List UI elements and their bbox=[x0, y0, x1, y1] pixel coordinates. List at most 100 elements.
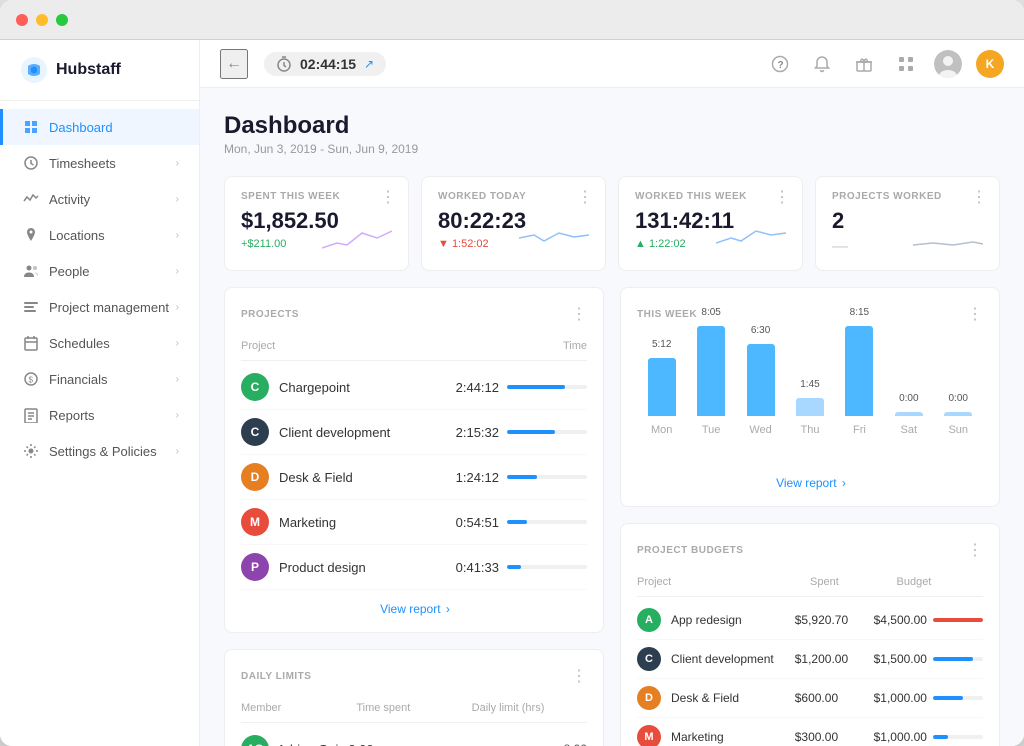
stat-menu-spent-week[interactable]: ⋮ bbox=[380, 187, 396, 207]
chevron-icon-settings: › bbox=[176, 446, 179, 457]
sidebar-item-locations[interactable]: Locations › bbox=[0, 217, 199, 253]
budget-bar bbox=[933, 618, 983, 622]
sidebar-item-schedules[interactable]: Schedules › bbox=[0, 325, 199, 361]
notifications-button[interactable] bbox=[808, 50, 836, 78]
sidebar-item-label-project-management: Project management bbox=[49, 300, 169, 315]
stat-card-worked-today: WORKED TODAY 80:22:23 ▼ 1:52:02 ⋮ bbox=[421, 176, 606, 271]
grid-button[interactable] bbox=[892, 50, 920, 78]
progress-bar bbox=[507, 430, 587, 434]
maximize-button[interactable] bbox=[56, 14, 68, 26]
sidebar-item-reports[interactable]: Reports › bbox=[0, 397, 199, 433]
stat-label-worked-week: WORKED THIS WEEK bbox=[635, 191, 786, 202]
member-time: 8:00 bbox=[348, 742, 455, 746]
back-button[interactable]: ← bbox=[220, 49, 248, 79]
sidebar-item-financials[interactable]: $ Financials › bbox=[0, 361, 199, 397]
chart-bar bbox=[796, 398, 824, 416]
locations-icon bbox=[23, 227, 39, 243]
svg-text:$: $ bbox=[29, 376, 34, 385]
bar-value: 1:45 bbox=[800, 379, 819, 390]
budgets-col-spent: Spent bbox=[810, 576, 897, 588]
project-dot: M bbox=[241, 508, 269, 536]
project-budgets-card: PROJECT BUDGETS ⋮ Project Spent Budget A… bbox=[620, 523, 1000, 746]
dashboard-icon bbox=[23, 119, 39, 135]
stat-menu-projects-worked[interactable]: ⋮ bbox=[971, 187, 987, 207]
timer-icon bbox=[276, 56, 292, 72]
main-content: ← 02:44:15 ↗ ? bbox=[200, 40, 1024, 746]
day-label: Mon bbox=[651, 424, 672, 436]
sidebar-item-label-schedules: Schedules bbox=[49, 336, 110, 351]
stat-card-projects-worked: PROJECTS WORKED 2 — ⋮ bbox=[815, 176, 1000, 271]
daily-limits-card: DAILY LIMITS ⋮ Member Time spent Daily l… bbox=[224, 649, 604, 746]
project-budgets-card-menu[interactable]: ⋮ bbox=[967, 540, 983, 560]
chart-day-thu: 1:45 Thu bbox=[796, 379, 824, 436]
project-name: Desk & Field bbox=[279, 470, 353, 485]
projects-rows: C Chargepoint 2:44:12 C Client developme… bbox=[241, 365, 587, 590]
minimize-button[interactable] bbox=[36, 14, 48, 26]
this-week-view-report[interactable]: View report › bbox=[637, 464, 983, 490]
progress-bar bbox=[507, 385, 587, 389]
stat-sparkline-worked-week bbox=[716, 223, 786, 256]
budget-spent: $600.00 bbox=[795, 691, 874, 705]
stat-label-worked-today: WORKED TODAY bbox=[438, 191, 589, 202]
chart-bar bbox=[845, 326, 873, 416]
project-time: 2:15:32 bbox=[447, 425, 499, 440]
chart-day-tue: 8:05 Tue bbox=[697, 307, 725, 436]
help-button[interactable]: ? bbox=[766, 50, 794, 78]
budget-rows: A App redesign $5,920.70 $4,500.00 C Cli… bbox=[637, 601, 983, 746]
chart-bar bbox=[648, 358, 676, 417]
chevron-icon-financials: › bbox=[176, 374, 179, 385]
sidebar-item-activity[interactable]: Activity › bbox=[0, 181, 199, 217]
budget-project-dot: M bbox=[637, 725, 661, 746]
timer-expand-button[interactable]: ↗ bbox=[364, 57, 374, 71]
budget-project-dot: D bbox=[637, 686, 661, 710]
chart-day-mon: 5:12 Mon bbox=[648, 339, 676, 437]
projects-col-project: Project bbox=[241, 340, 563, 352]
project-row: P Product design 0:41:33 bbox=[241, 545, 587, 590]
budget-bar bbox=[933, 735, 983, 739]
this-week-card-menu[interactable]: ⋮ bbox=[967, 304, 983, 324]
budget-project-dot: A bbox=[637, 608, 661, 632]
projects-view-report[interactable]: View report › bbox=[241, 590, 587, 616]
budget-spent: $1,200.00 bbox=[795, 652, 874, 666]
progress-bar bbox=[507, 520, 587, 524]
sidebar-item-people[interactable]: People › bbox=[0, 253, 199, 289]
project-time: 0:54:51 bbox=[447, 515, 499, 530]
project-time: 2:44:12 bbox=[447, 380, 499, 395]
titlebar bbox=[0, 0, 1024, 40]
sidebar-item-settings[interactable]: Settings & Policies › bbox=[0, 433, 199, 469]
budget-value: $1,500.00 bbox=[874, 652, 927, 666]
member-name: Adrian Goia bbox=[277, 742, 346, 746]
day-label: Sat bbox=[901, 424, 918, 436]
bar-value: 0:00 bbox=[949, 393, 968, 404]
hubstaff-logo-icon bbox=[20, 56, 48, 84]
chart-day-fri: 8:15 Fri bbox=[845, 307, 873, 436]
chevron-icon-people: › bbox=[176, 266, 179, 277]
sidebar-item-dashboard[interactable]: Dashboard bbox=[0, 109, 199, 145]
budgets-table-header: Project Spent Budget bbox=[637, 572, 983, 597]
project-name: Marketing bbox=[279, 515, 336, 530]
day-label: Sun bbox=[948, 424, 968, 436]
projects-card-menu[interactable]: ⋮ bbox=[571, 304, 587, 324]
daily-limits-card-menu[interactable]: ⋮ bbox=[571, 666, 587, 686]
limit-value: 8:00 bbox=[564, 742, 587, 746]
stat-menu-worked-week[interactable]: ⋮ bbox=[774, 187, 790, 207]
page-title: Dashboard bbox=[224, 112, 1000, 140]
grid-icon bbox=[897, 55, 915, 73]
stat-card-spent-week: SPENT THIS WEEK $1,852.50 +$211.00 ⋮ bbox=[224, 176, 409, 271]
stat-menu-worked-today[interactable]: ⋮ bbox=[577, 187, 593, 207]
user-avatar[interactable] bbox=[934, 50, 962, 78]
close-button[interactable] bbox=[16, 14, 28, 26]
sidebar-item-label-timesheets: Timesheets bbox=[49, 156, 116, 171]
bar-value: 8:05 bbox=[701, 307, 720, 318]
sidebar-item-timesheets[interactable]: Timesheets › bbox=[0, 145, 199, 181]
activity-icon bbox=[23, 191, 39, 207]
chart-bar bbox=[747, 344, 775, 416]
sidebar-item-project-management[interactable]: Project management › bbox=[0, 289, 199, 325]
user-initial-badge[interactable]: K bbox=[976, 50, 1004, 78]
projects-col-time: Time bbox=[563, 340, 587, 352]
projects-table-header: Project Time bbox=[241, 336, 587, 361]
projects-card-header: PROJECTS ⋮ bbox=[241, 304, 587, 324]
sidebar-item-label-locations: Locations bbox=[49, 228, 105, 243]
gift-button[interactable] bbox=[850, 50, 878, 78]
chevron-icon-project-management: › bbox=[176, 302, 179, 313]
